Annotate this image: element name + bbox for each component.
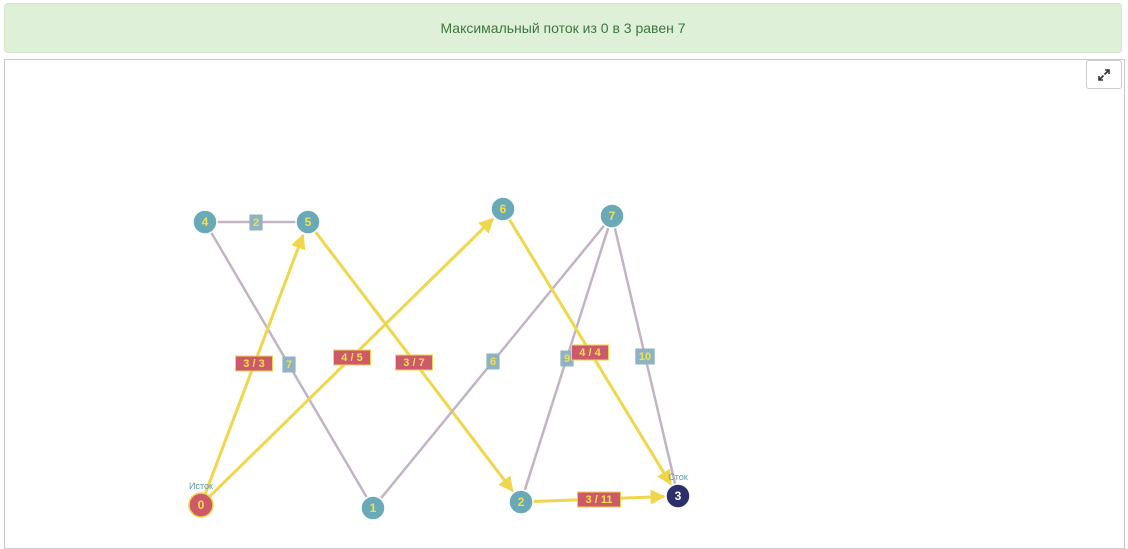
source-role-label: Исток — [189, 481, 213, 491]
edge-capacity-text: 4 / 5 — [341, 352, 362, 364]
node-label: 3 — [675, 489, 682, 503]
node-label: 2 — [518, 495, 525, 509]
sink-role-label: Сток — [668, 472, 688, 482]
edge-capacity-text: 3 / 7 — [403, 357, 424, 369]
node-label: 0 — [198, 498, 205, 512]
edge-label-7-3: 10 — [635, 348, 655, 365]
edge-capacity-text: 10 — [639, 351, 651, 363]
edge-label-2-3: 3 / 11 — [576, 491, 622, 508]
node-3[interactable]: 3 Сток — [665, 472, 691, 509]
node-label: 1 — [370, 501, 377, 515]
node-1[interactable]: 1 — [360, 495, 386, 521]
node-7[interactable]: 7 — [599, 203, 625, 229]
node-0[interactable]: 0 Исток — [188, 481, 214, 518]
edge-capacity-text: 7 — [286, 359, 292, 371]
node-2[interactable]: 2 — [508, 489, 534, 515]
edge-capacity-text: 2 — [253, 217, 259, 229]
flow-network-diagram: 2 7 3 / 3 4 / 5 3 / 7 6 9 4 / 4 10 3 / 11 4 5 6 7 0 Ис… — [188, 196, 691, 521]
edge-capacity-text: 4 / 4 — [579, 347, 601, 359]
node-label: 6 — [500, 202, 507, 216]
node-6[interactable]: 6 — [490, 196, 516, 222]
node-label: 5 — [305, 215, 312, 229]
edge-capacity-text: 9 — [564, 353, 570, 365]
node-label: 4 — [202, 215, 209, 229]
edge-capacity-text: 3 / 11 — [586, 494, 613, 506]
node-4[interactable]: 4 — [192, 209, 218, 235]
edge-label-5-2: 3 / 7 — [395, 354, 433, 371]
edge-label-4-5: 2 — [249, 214, 263, 231]
edge-label-4-1: 7 — [282, 356, 296, 373]
edge-label-0-5: 3 / 3 — [235, 355, 273, 372]
edge-capacity-text: 6 — [490, 356, 496, 368]
edge-label-0-6: 4 / 5 — [333, 349, 371, 366]
node-5[interactable]: 5 — [295, 209, 321, 235]
edge-label-1-7: 6 — [486, 353, 500, 370]
node-label: 7 — [609, 209, 616, 223]
edge-label-6-3: 4 / 4 — [571, 344, 609, 361]
edge-capacity-text: 3 / 3 — [243, 358, 264, 370]
